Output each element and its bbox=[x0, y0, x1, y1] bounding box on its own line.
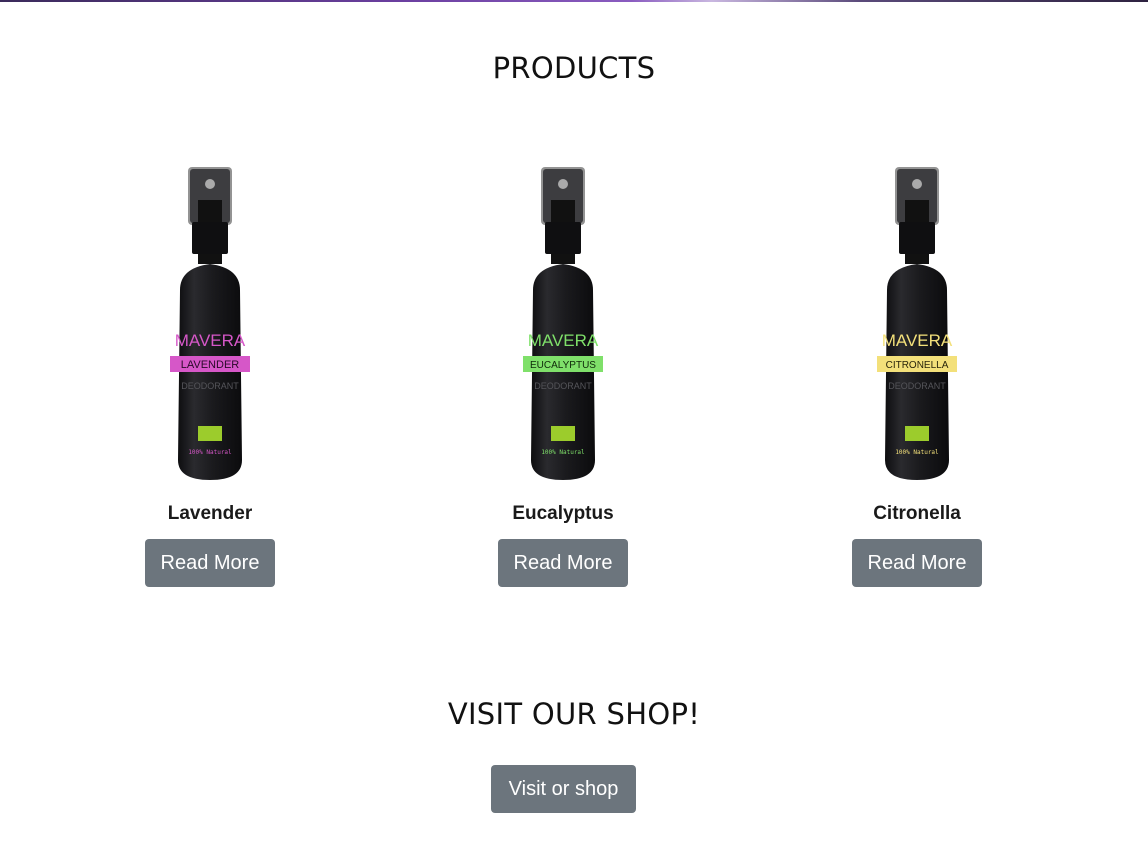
product-image-eucalyptus[interactable]: MAVERA EUCALYPTUS DEODORANT 100% Natural bbox=[503, 160, 623, 485]
product-image-citronella[interactable]: MAVERA CITRONELLA DEODORANT 100% Natural bbox=[857, 160, 977, 485]
bottle-variant-text: EUCALYPTUS bbox=[530, 360, 596, 371]
product-name-lavender: Lavender bbox=[167, 503, 253, 524]
read-more-button-lavender[interactable]: Read More bbox=[145, 539, 275, 587]
bottle-brand-text: MAVERA bbox=[882, 331, 953, 350]
bottle-type-text: DEODORANT bbox=[181, 381, 239, 391]
top-gradient-strip bbox=[0, 0, 1148, 2]
product-name-citronella: Citronella bbox=[873, 503, 961, 524]
bottle-brand-text: MAVERA bbox=[175, 331, 246, 350]
product-name-eucalyptus: Eucalyptus bbox=[512, 503, 614, 524]
product-card-eucalyptus: MAVERA EUCALYPTUS DEODORANT 100% Natural… bbox=[433, 160, 693, 600]
bottle-claim-text: 100% Natural bbox=[541, 449, 585, 456]
products-heading: PRODUCTS bbox=[492, 51, 656, 85]
bottle-brand-text: MAVERA bbox=[528, 331, 599, 350]
product-image-lavender[interactable]: MAVERA LAVENDER DEODORANT 100% Natural bbox=[150, 160, 270, 485]
bottle-claim-text: 100% Natural bbox=[188, 449, 232, 456]
visit-shop-button[interactable]: Visit or shop bbox=[491, 765, 636, 813]
bottle-variant-text: CITRONELLA bbox=[886, 360, 949, 371]
read-more-button-citronella[interactable]: Read More bbox=[852, 539, 982, 587]
read-more-button-eucalyptus[interactable]: Read More bbox=[498, 539, 628, 587]
product-card-citronella: MAVERA CITRONELLA DEODORANT 100% Natural… bbox=[787, 160, 1047, 600]
shop-heading: VISIT OUR SHOP! bbox=[447, 697, 701, 731]
bottle-type-text: DEODORANT bbox=[888, 381, 946, 391]
product-card-lavender: MAVERA LAVENDER DEODORANT 100% Natural L… bbox=[80, 160, 340, 600]
bottle-type-text: DEODORANT bbox=[534, 381, 592, 391]
bottle-claim-text: 100% Natural bbox=[895, 449, 939, 456]
bottle-variant-text: LAVENDER bbox=[181, 359, 240, 371]
